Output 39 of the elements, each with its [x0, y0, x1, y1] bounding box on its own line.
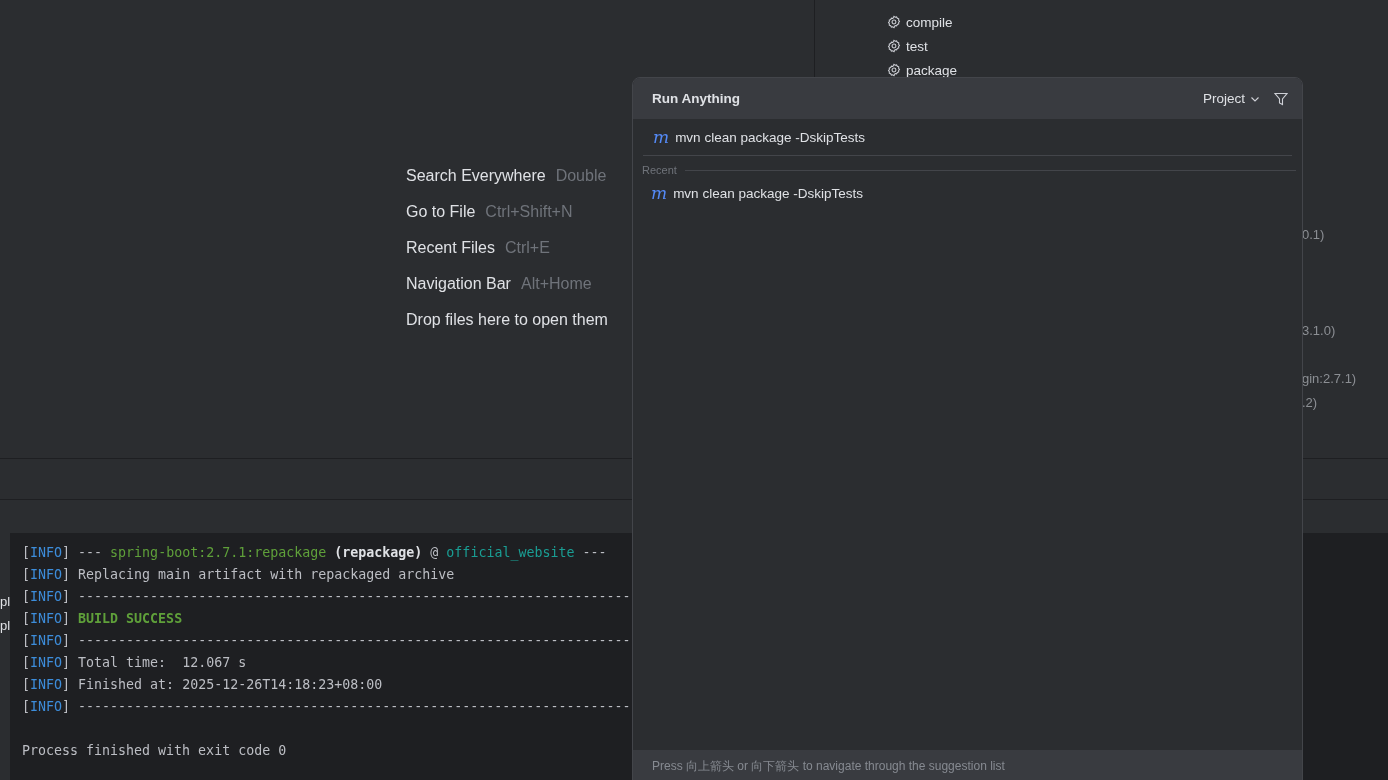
gear-icon — [887, 15, 901, 29]
hint-action: Navigation Bar — [406, 274, 511, 294]
hint-shortcut: Double — [555, 166, 607, 186]
console-line: [INFO] Replacing main artifact with repackaged archive — [22, 566, 456, 584]
tree-item-text: 0.1) — [1302, 227, 1325, 242]
console-line: [INFO] --- spring-boot:2.7.1:repackage (repackage) @ official_website --- — [22, 544, 608, 563]
console-line: [INFO] --------------------------------------------------------------------- — [22, 632, 632, 650]
maven-icon: m — [653, 128, 670, 146]
console-line: Process finished with exit code 0 — [22, 742, 288, 760]
tree-item-text: 3.1.0) — [1302, 323, 1336, 338]
hint-action: Go to File — [406, 202, 476, 222]
maven-task[interactable]: package — [906, 62, 958, 78]
maven-task[interactable]: test — [906, 38, 928, 54]
maven-task[interactable]: compile — [906, 14, 953, 30]
footer-hint: Press 向上箭头 or 向下箭头 to navigate through the suggestion list — [652, 757, 1005, 775]
tree-item-text: .2) — [1302, 395, 1318, 410]
console-line: [INFO] BUILD SUCCESS — [22, 610, 184, 628]
command-field[interactable]: mvn clean package -DskipTests — [675, 129, 1292, 145]
hint-action: Search Everywhere — [406, 166, 546, 186]
gear-icon — [887, 63, 901, 77]
hint-action: Drop files here to open them — [406, 310, 608, 330]
hint-shortcut: Ctrl+Shift+N — [485, 202, 573, 222]
gear-icon — [887, 39, 901, 53]
hint-action: Recent Files — [406, 238, 495, 258]
filter-icon[interactable] — [1274, 91, 1288, 106]
gutter-text: pl — [0, 617, 10, 635]
hint-shortcut: Ctrl+E — [504, 238, 550, 258]
hint-shortcut: Alt+Home — [520, 274, 592, 294]
recent-command[interactable]: mvn clean package -DskipTests — [673, 185, 863, 201]
scope-dropdown[interactable]: Project — [1202, 91, 1260, 106]
console-line: [INFO] Finished at: 2025-12-26T14:18:23+08:00 — [22, 676, 384, 694]
console-line: [INFO] Total time: 12.067 s — [22, 654, 248, 672]
tree-item-text: gin:2.7.1) — [1302, 371, 1357, 386]
maven-icon: m — [651, 184, 668, 202]
console-line: [INFO] --------------------------------------------------------------------- — [22, 588, 632, 606]
console-line: [INFO] --------------------------------------------------------------------- — [22, 698, 632, 716]
popup-title: Run Anything — [652, 91, 741, 106]
gutter-text: pl — [0, 593, 10, 611]
section-label: Recent — [642, 164, 677, 176]
